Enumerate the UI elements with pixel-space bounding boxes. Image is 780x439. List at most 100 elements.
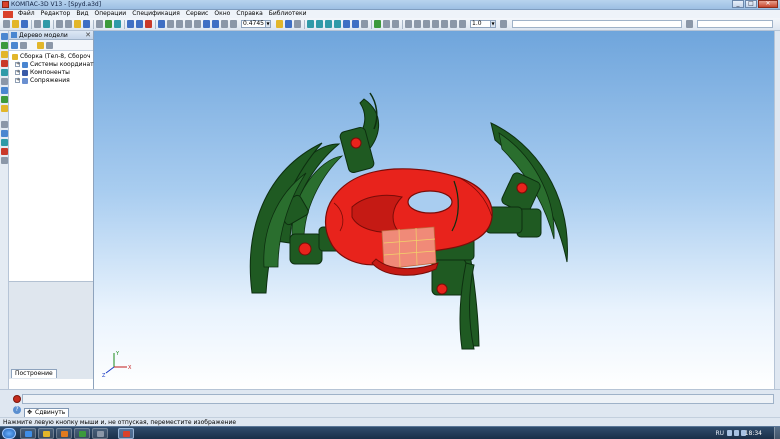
hidden-lines-icon[interactable]	[316, 20, 323, 28]
pointer-icon[interactable]	[96, 20, 103, 28]
chevron-down-icon[interactable]: ▼	[265, 21, 270, 27]
ruler-icon[interactable]	[459, 20, 466, 28]
menu-service[interactable]: Сервис	[183, 10, 211, 18]
stop-command-icon[interactable]	[13, 395, 21, 403]
zoom-scale-field[interactable]: 0.4745 ▼	[241, 20, 271, 28]
elements-icon[interactable]	[1, 148, 8, 155]
paste-icon[interactable]	[74, 20, 81, 28]
wireframe-icon[interactable]	[307, 20, 314, 28]
zoom-in-icon[interactable]	[176, 20, 183, 28]
menu-window[interactable]: Окно	[211, 10, 233, 18]
tree-view-icon[interactable]	[11, 42, 18, 49]
tree-mode-icon[interactable]	[20, 42, 27, 49]
orientation-icon[interactable]	[294, 20, 301, 28]
sheet-metal-icon[interactable]	[1, 157, 8, 164]
specification-icon[interactable]	[1, 130, 8, 137]
arrays-icon[interactable]	[1, 69, 8, 76]
3d-viewport[interactable]: Y X Z	[94, 31, 774, 389]
zoom-next-icon[interactable]	[212, 20, 219, 28]
chevron-down-icon[interactable]: ▼	[490, 21, 495, 27]
taskbar-ie[interactable]	[20, 428, 36, 439]
rebuild-icon[interactable]	[105, 20, 112, 28]
spatial-curves-icon[interactable]	[1, 51, 8, 58]
save-icon[interactable]	[21, 20, 28, 28]
menu-libraries[interactable]: Библиотеки	[266, 10, 310, 18]
expand-icon[interactable]: +	[15, 70, 20, 75]
viewport-scrollbar[interactable]	[774, 31, 780, 389]
command-properties-field[interactable]	[22, 394, 774, 404]
sketch-icon[interactable]	[374, 20, 381, 28]
taskbar-app[interactable]	[92, 428, 108, 439]
tree-root[interactable]: Сборка (Тел-8, Сборочные ед.	[9, 53, 93, 61]
show-desktop-button[interactable]	[774, 427, 780, 439]
refresh-view-icon[interactable]	[230, 20, 237, 28]
zoom-all-icon[interactable]	[194, 20, 201, 28]
section-icon[interactable]	[383, 20, 390, 28]
clock[interactable]: 18:34	[745, 430, 762, 437]
undo-icon[interactable]	[127, 20, 134, 28]
start-button[interactable]	[2, 428, 16, 439]
network-icon[interactable]	[734, 430, 739, 436]
preview-icon[interactable]	[43, 20, 50, 28]
print-icon[interactable]	[34, 20, 41, 28]
tree-item[interactable]: + Системы координат	[9, 61, 94, 69]
new-document-icon[interactable]	[3, 20, 10, 28]
open-folder-icon[interactable]	[12, 20, 19, 28]
no-hidden-lines-icon[interactable]	[334, 20, 341, 28]
grid-icon[interactable]	[423, 20, 430, 28]
step-field[interactable]: 1.0 ▼	[470, 20, 496, 28]
diagnostics-icon[interactable]	[1, 87, 8, 94]
select-icon[interactable]	[414, 20, 421, 28]
tab-construction[interactable]: Построение	[11, 369, 57, 378]
menu-specification[interactable]: Спецификация	[129, 10, 183, 18]
close-icon[interactable]: ✕	[85, 31, 91, 39]
maximize-button[interactable]: □	[745, 0, 757, 8]
properties-icon[interactable]	[83, 20, 90, 28]
auxiliary-geometry-icon[interactable]	[1, 78, 8, 85]
state-field[interactable]	[512, 20, 682, 28]
thin-hidden-lines-icon[interactable]	[325, 20, 332, 28]
editing-icon[interactable]	[1, 33, 8, 40]
redo-icon[interactable]	[136, 20, 143, 28]
parameters-icon[interactable]	[686, 20, 693, 28]
menu-help[interactable]: Справка	[233, 10, 265, 18]
current-step-icon[interactable]	[500, 20, 507, 28]
layer-field[interactable]	[697, 20, 773, 28]
language-indicator[interactable]: RU	[715, 430, 724, 437]
measurements-icon[interactable]	[1, 105, 8, 112]
menu-view[interactable]: Вид	[73, 10, 91, 18]
zoom-out-icon[interactable]	[185, 20, 192, 28]
tree-settings-icon[interactable]	[46, 42, 53, 49]
menu-operations[interactable]: Операции	[91, 10, 129, 18]
fit-to-window-icon[interactable]	[221, 20, 228, 28]
stop-icon[interactable]	[145, 20, 152, 28]
taskbar-app[interactable]	[74, 428, 90, 439]
tray-icon[interactable]	[727, 430, 732, 436]
menu-edit[interactable]: Редактор	[38, 10, 74, 18]
copy-icon[interactable]	[65, 20, 72, 28]
taskbar-explorer[interactable]	[38, 428, 54, 439]
orthogonal-icon[interactable]	[441, 20, 448, 28]
cut-icon[interactable]	[56, 20, 63, 28]
filter-icon[interactable]	[405, 20, 412, 28]
snap-icon[interactable]	[392, 20, 399, 28]
filters-icon[interactable]	[1, 121, 8, 128]
minimize-button[interactable]: _	[732, 0, 744, 8]
expand-icon[interactable]: +	[15, 78, 20, 83]
rotate-icon[interactable]	[285, 20, 292, 28]
assembly-icon[interactable]	[1, 42, 8, 49]
menu-file[interactable]: Файл	[15, 10, 38, 18]
taskbar-media[interactable]	[56, 428, 72, 439]
halftone-edges-icon[interactable]	[352, 20, 359, 28]
zoom-window-icon[interactable]	[167, 20, 174, 28]
perspective-icon[interactable]	[361, 20, 368, 28]
expand-icon[interactable]: +	[15, 62, 20, 67]
taskbar-kompas[interactable]	[118, 428, 134, 439]
tree-item[interactable]: + Сопряжения	[9, 77, 93, 85]
help-icon[interactable]: ?	[13, 406, 21, 414]
close-button[interactable]: ✕	[758, 0, 778, 8]
zoom-previous-icon[interactable]	[203, 20, 210, 28]
pan-icon[interactable]	[276, 20, 283, 28]
document-menu-icon[interactable]	[3, 10, 13, 18]
local-cs-icon[interactable]	[432, 20, 439, 28]
